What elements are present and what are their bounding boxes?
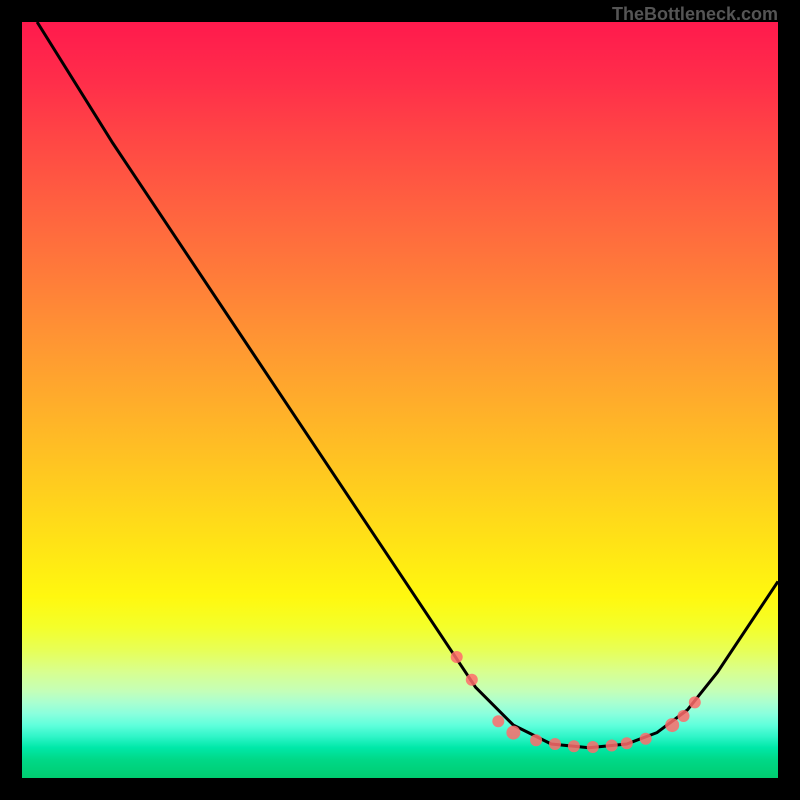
plot-area: [22, 22, 778, 778]
data-marker: [606, 740, 618, 752]
chart-svg: [22, 22, 778, 778]
data-marker: [665, 718, 679, 732]
data-marker: [451, 651, 463, 663]
data-marker: [492, 715, 504, 727]
data-marker: [466, 674, 478, 686]
chart-container: TheBottleneck.com: [0, 0, 800, 800]
data-marker: [621, 737, 633, 749]
curve-line: [37, 22, 778, 748]
data-marker: [689, 696, 701, 708]
data-marker: [640, 733, 652, 745]
data-marker: [678, 710, 690, 722]
data-marker: [549, 738, 561, 750]
data-marker: [587, 741, 599, 753]
data-marker: [530, 734, 542, 746]
data-marker: [506, 726, 520, 740]
data-marker: [568, 740, 580, 752]
